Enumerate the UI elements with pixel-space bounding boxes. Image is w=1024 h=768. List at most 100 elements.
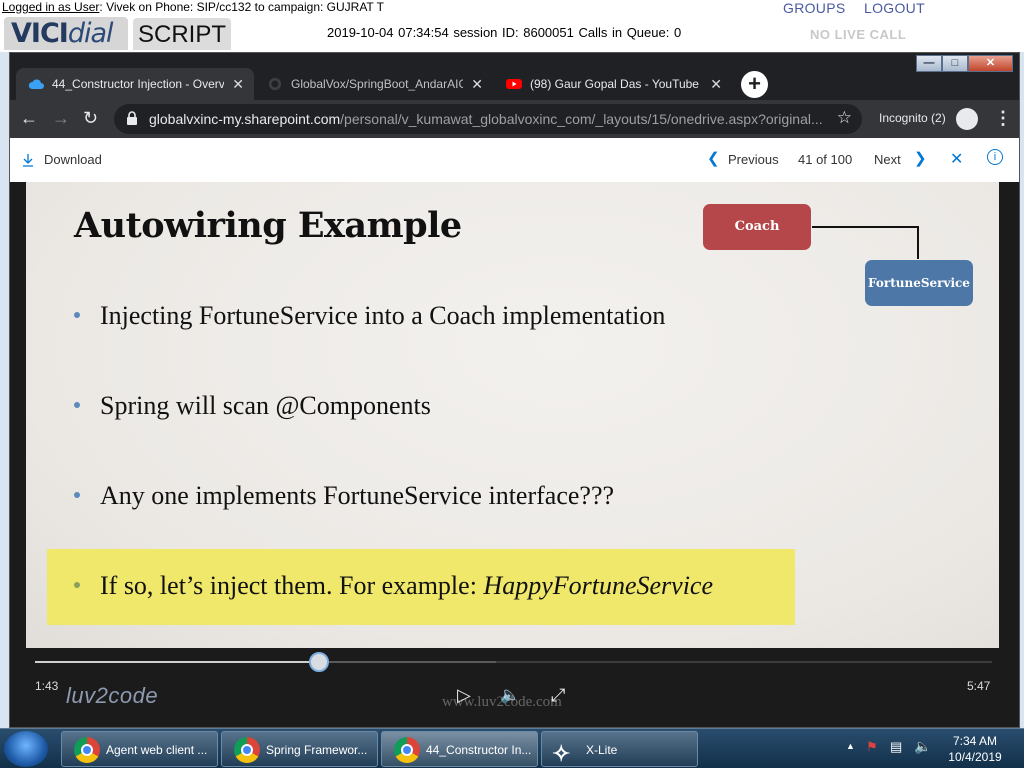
tab-label: (98) Gaur Gopal Das - YouTube <box>530 77 699 91</box>
new-tab-button[interactable]: + <box>741 71 768 98</box>
current-time: 1:43 <box>35 679 59 693</box>
highlight-italic-text: HappyFortuneService <box>483 571 714 600</box>
info-icon[interactable]: i <box>987 149 1003 165</box>
connector-line <box>812 226 919 259</box>
clock[interactable]: 7:34 AM 10/4/2019 <box>940 733 1010 765</box>
network-icon[interactable]: ▤ <box>890 739 902 755</box>
clock-date: 10/4/2019 <box>948 750 1002 764</box>
logo-italic-text: dial <box>67 18 114 49</box>
seek-handle[interactable] <box>309 652 330 672</box>
window-controls: — □ ✕ <box>916 55 1013 72</box>
play-icon[interactable]: ▷ <box>457 685 471 706</box>
bullet-dot-icon <box>74 402 80 409</box>
url-text: globalvxinc-my.sharepoint.com/personal/v… <box>149 111 829 127</box>
chevron-right-icon[interactable]: ❯ <box>914 149 927 167</box>
bullet-item: Injecting FortuneService into a Coach im… <box>74 301 665 331</box>
tab-close-icon[interactable]: ✕ <box>710 68 722 100</box>
xlite-icon: ✧ <box>552 741 571 766</box>
chrome-icon <box>74 737 100 763</box>
tab-label: GlobalVox/SpringBoot_AndarAIG <box>291 77 463 91</box>
chevron-left-icon[interactable]: ❮ <box>707 149 720 167</box>
tab-onedrive[interactable]: 44_Constructor Injection - Overvi ✕ <box>16 68 254 100</box>
minimize-button[interactable]: — <box>916 55 942 72</box>
download-icon <box>23 153 33 167</box>
login-status: Logged in as User: Vivek on Phone: SIP/c… <box>2 0 384 14</box>
taskbar-item-constructor-injection[interactable]: 44_Constructor In... <box>381 731 538 767</box>
logout-link[interactable]: LOGOUT <box>864 0 925 16</box>
taskbar-item-label: 44_Constructor In... <box>426 743 532 757</box>
youtube-icon <box>506 79 522 89</box>
previous-button[interactable]: Previous <box>728 152 779 167</box>
url-path: /personal/v_kumawat_globalvoxinc_com/_la… <box>340 111 823 127</box>
bullet-dot-icon <box>74 312 80 319</box>
bullet-text: Injecting FortuneService into a Coach im… <box>100 301 666 330</box>
tray-expand-icon[interactable]: ▲ <box>846 741 855 751</box>
taskbar: Agent web client ... Spring Framewor... … <box>0 728 1024 768</box>
onedrive-cloud-icon <box>28 79 44 89</box>
highlighted-bullet: If so, let’s inject them. For example: H… <box>74 571 713 601</box>
login-details: : Vivek on Phone: SIP/cc132 to campaign:… <box>99 0 384 14</box>
tab-label: 44_Constructor Injection - Overvi <box>52 77 224 91</box>
session-info: 2019-10-04 07:34:54 session ID: 8600051 … <box>327 25 682 40</box>
slide-title: Autowiring Example <box>74 205 462 246</box>
viewer-command-bar: Download ❮ Previous 41 of 100 Next ❯ ✕ i <box>10 138 1019 182</box>
download-button[interactable]: Download <box>22 152 102 167</box>
vicidial-logo: VICIdial <box>4 17 128 50</box>
action-center-flag-icon[interactable]: ⚑ <box>866 739 878 755</box>
incognito-icon[interactable] <box>956 108 978 130</box>
taskbar-item-label: Agent web client ... <box>106 743 208 757</box>
bullet-item: Spring will scan @Components <box>74 391 431 421</box>
video-stage: Autowiring Example Coach FortuneService … <box>10 182 1019 727</box>
taskbar-item-label: X-Lite <box>586 743 618 757</box>
fortune-service-box: FortuneService <box>865 260 973 306</box>
speaker-icon[interactable]: 🔈 <box>914 738 931 755</box>
taskbar-item-label: Spring Framewor... <box>266 743 368 757</box>
no-live-call-indicator: NO LIVE CALL <box>810 27 907 42</box>
lock-icon <box>127 111 137 125</box>
coach-box: Coach <box>703 204 811 250</box>
bookmark-star-icon[interactable]: ☆ <box>837 108 852 128</box>
chrome-icon <box>394 737 420 763</box>
vicidial-header: Logged in as User: Vivek on Phone: SIP/c… <box>0 0 1024 52</box>
download-label: Download <box>44 152 102 167</box>
browser-menu-icon[interactable]: ⋮ <box>994 108 1012 129</box>
forward-arrow-icon[interactable]: → <box>52 108 70 129</box>
address-bar[interactable]: globalvxinc-my.sharepoint.com/personal/v… <box>114 104 862 134</box>
logo-bold-text: VICI <box>11 18 69 49</box>
fullscreen-icon[interactable]: ⤢ <box>551 685 565 706</box>
incognito-label[interactable]: Incognito (2) <box>879 111 946 125</box>
tab-close-icon[interactable]: ✕ <box>471 68 483 100</box>
next-button[interactable]: Next <box>874 152 901 167</box>
reload-icon[interactable]: ↻ <box>83 108 98 129</box>
tab-github[interactable]: GlobalVox/SpringBoot_AndarAIG ✕ <box>255 68 493 100</box>
groups-link[interactable]: GROUPS <box>783 0 845 16</box>
highlight-text: If so, let’s inject them. For example: <box>100 571 484 600</box>
slide: Autowiring Example Coach FortuneService … <box>26 182 999 648</box>
window-close-button[interactable]: ✕ <box>968 55 1013 72</box>
back-arrow-icon[interactable]: ← <box>20 108 38 129</box>
tab-youtube[interactable]: (98) Gaur Gopal Das - YouTube ✕ <box>494 68 732 100</box>
bullet-item: Any one implements FortuneService interf… <box>74 481 614 511</box>
slide-position: 41 of 100 <box>798 152 853 167</box>
browser-toolbar: ← → ↻ globalvxinc-my.sharepoint.com/pers… <box>10 100 1019 138</box>
bullet-text: Any one implements FortuneService interf… <box>100 481 615 510</box>
taskbar-item-agent-web-client[interactable]: Agent web client ... <box>61 731 218 767</box>
url-host: globalvxinc-my.sharepoint.com <box>149 111 341 127</box>
chrome-icon <box>234 737 260 763</box>
maximize-button[interactable]: □ <box>942 55 968 72</box>
logged-in-label: Logged in as User <box>2 0 100 14</box>
taskbar-item-xlite[interactable]: ✧ X-Lite <box>541 731 698 767</box>
bullet-dot-icon <box>74 492 80 499</box>
onedrive-viewer: Download ❮ Previous 41 of 100 Next ❯ ✕ i… <box>10 138 1019 727</box>
taskbar-item-spring-framework[interactable]: Spring Framewor... <box>221 731 378 767</box>
tab-close-icon[interactable]: ✕ <box>232 68 244 100</box>
volume-icon[interactable]: 🔈 <box>500 685 520 705</box>
start-button[interactable] <box>4 731 48 767</box>
close-icon[interactable]: ✕ <box>950 149 963 169</box>
bullet-dot-icon <box>74 582 80 589</box>
github-icon <box>268 77 282 91</box>
played-bar <box>35 661 320 663</box>
browser-window: — □ ✕ 44_Constructor Injection - Overvi … <box>9 52 1020 728</box>
script-tab[interactable]: SCRIPT <box>133 18 231 50</box>
luv2code-logo: luv2code <box>66 683 159 708</box>
